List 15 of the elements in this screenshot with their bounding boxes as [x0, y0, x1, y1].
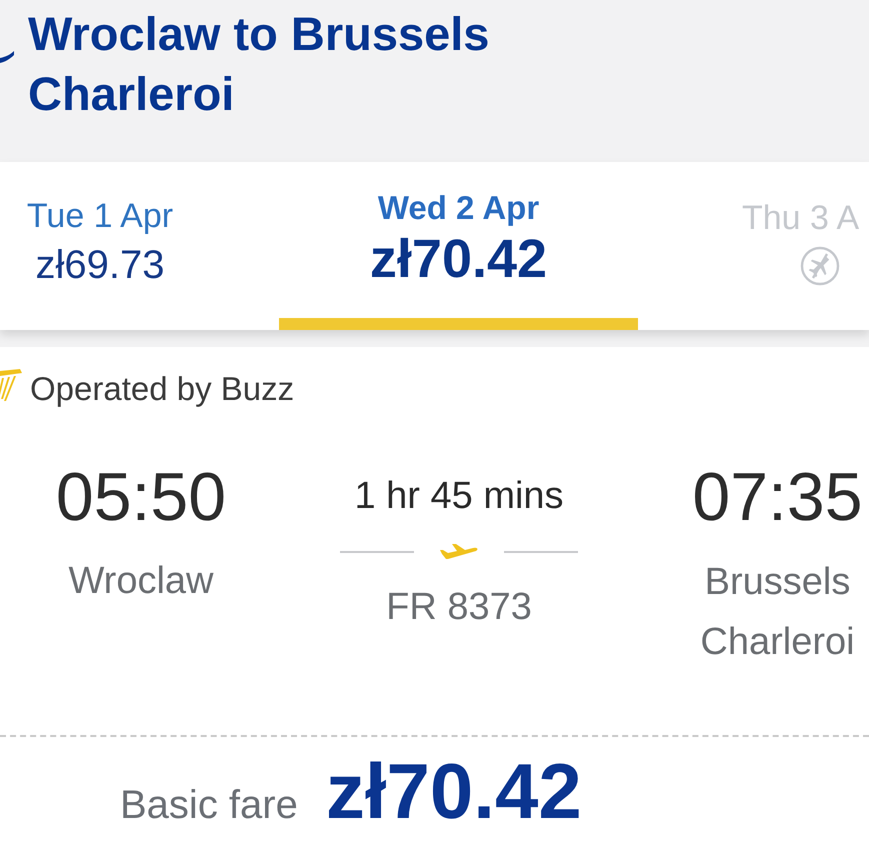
- date-tab[interactable]: Wed 2 Apr zł70.42: [279, 162, 638, 330]
- flight-number: FR 8373: [386, 585, 532, 630]
- curve-icon: [0, 48, 14, 66]
- arrival-city: Brussels Charleroi: [699, 560, 856, 665]
- departure-time: 05:50: [56, 458, 226, 537]
- flight-duration: 1 hr 45 mins: [354, 474, 564, 519]
- arrival-time: 07:35: [692, 458, 863, 537]
- fare-label: Basic fare: [120, 783, 298, 828]
- page-title: Wroclaw to Brussels Charleroi: [28, 6, 490, 122]
- date-tab[interactable]: Tue 1 Apr zł69.73: [0, 162, 279, 330]
- plane-icon: [440, 544, 478, 560]
- fare-price: zł70.42: [326, 749, 582, 833]
- departure-city: Wroclaw: [68, 559, 214, 604]
- no-flight-icon: [800, 246, 840, 286]
- operator-label: Operated by Buzz: [30, 369, 294, 409]
